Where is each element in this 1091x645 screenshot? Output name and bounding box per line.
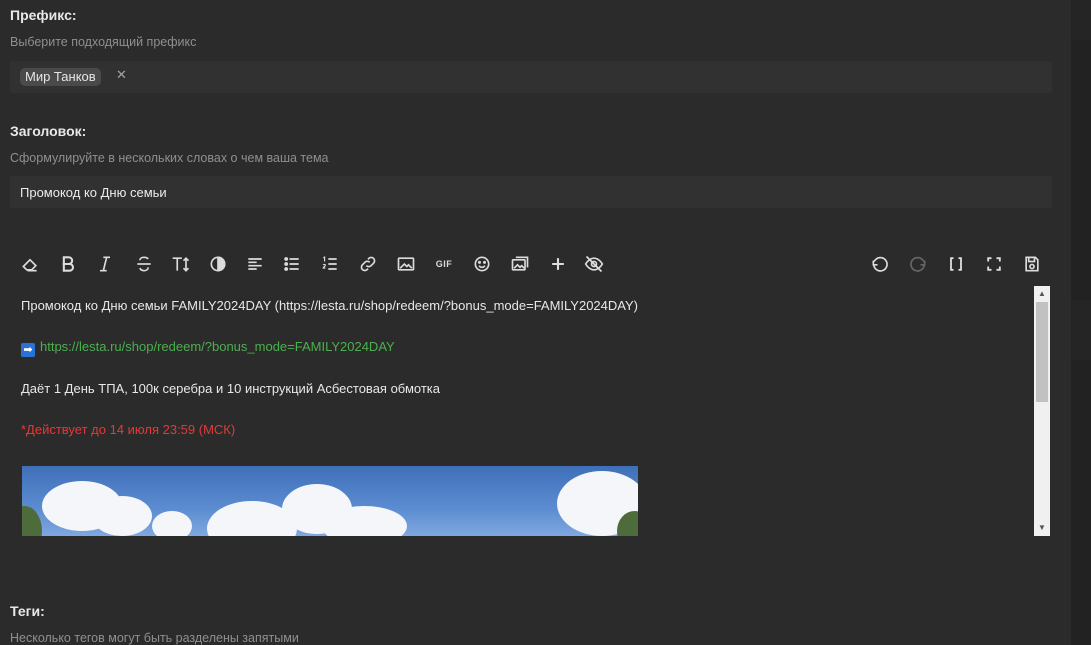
arrow-right-icon: ➡ — [21, 343, 35, 357]
eraser-icon[interactable] — [18, 252, 42, 276]
scroll-down-icon[interactable]: ▼ — [1034, 520, 1050, 536]
prefix-label: Префикс: — [10, 7, 77, 23]
redeem-link[interactable]: https://lesta.ru/shop/redeem/?bonus_mode… — [40, 339, 395, 354]
contrast-icon[interactable] — [206, 252, 230, 276]
hide-icon[interactable] — [582, 252, 606, 276]
redo-icon[interactable] — [906, 252, 930, 276]
editor-line-link: ➡ https://lesta.ru/shop/redeem/?bonus_mod… — [21, 339, 395, 357]
link-icon[interactable] — [356, 252, 380, 276]
fullscreen-icon[interactable] — [982, 252, 1006, 276]
italic-icon[interactable] — [93, 252, 117, 276]
embedded-image[interactable] — [22, 466, 638, 536]
brackets-icon[interactable] — [944, 252, 968, 276]
scroll-thumb[interactable] — [1036, 302, 1048, 402]
editor-toolbar: GIF — [10, 244, 1052, 284]
editor-line-deadline: *Действует до 14 июля 23:59 (МСК) — [21, 422, 236, 437]
chip-remove-icon[interactable]: ✕ — [116, 67, 127, 83]
gif-label: GIF — [435, 259, 453, 269]
right-panel-edge — [1071, 0, 1091, 645]
tags-hint: Несколько тегов могут быть разделены зап… — [10, 631, 299, 645]
emoji-icon[interactable] — [470, 252, 494, 276]
editor-line-reward: Даёт 1 День ТПА, 100к серебра и 10 инстр… — [21, 381, 441, 396]
bullet-list-icon[interactable] — [280, 252, 304, 276]
save-icon[interactable] — [1020, 252, 1044, 276]
text-size-icon[interactable] — [169, 252, 193, 276]
title-label: Заголовок: — [10, 123, 87, 139]
media-gallery-icon[interactable] — [508, 252, 532, 276]
numbered-list-icon[interactable] — [318, 252, 342, 276]
bold-icon[interactable] — [56, 252, 80, 276]
right-panel-segment — [1071, 360, 1091, 645]
image-icon[interactable] — [394, 252, 418, 276]
strikethrough-icon[interactable] — [132, 252, 156, 276]
right-panel-segment — [1071, 40, 1091, 300]
tags-label: Теги: — [10, 603, 45, 619]
editor-content[interactable]: Промокод ко Дню семьи FAMILY2024DAY (htt… — [10, 286, 1050, 536]
title-input-value: Промокод ко Дню семьи — [20, 185, 167, 200]
editor-scrollbar[interactable]: ▲ ▼ — [1034, 286, 1050, 536]
prefix-hint: Выберите подходящий префикс — [10, 35, 197, 49]
title-hint: Сформулируйте в нескольких словах о чем … — [10, 151, 329, 165]
prefix-chip: Мир Танков — [20, 68, 101, 86]
scroll-up-icon[interactable]: ▲ — [1034, 286, 1050, 302]
undo-icon[interactable] — [868, 252, 892, 276]
align-left-icon[interactable] — [243, 252, 267, 276]
gif-icon[interactable]: GIF — [432, 252, 456, 276]
prefix-select[interactable]: Мир Танков ✕ — [10, 61, 1052, 93]
title-input[interactable]: Промокод ко Дню семьи — [10, 176, 1052, 208]
editor-line-promo: Промокод ко Дню семьи FAMILY2024DAY (htt… — [21, 298, 638, 313]
plus-icon[interactable] — [546, 252, 570, 276]
